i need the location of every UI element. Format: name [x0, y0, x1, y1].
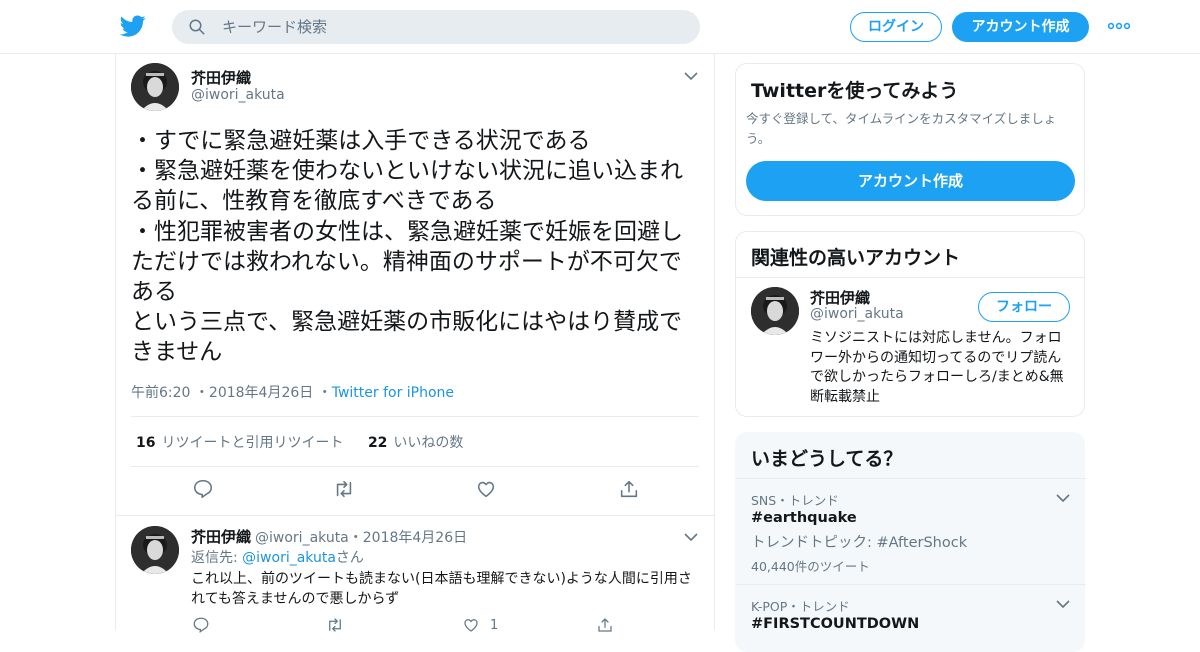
tweet-text-line: きません	[131, 339, 223, 366]
chevron-down-icon[interactable]	[1056, 599, 1070, 609]
share-icon[interactable]	[618, 478, 640, 500]
related-accounts-card: 関連性の高いアカウント 芥田伊織 @iwori_akuta フォロー ミソジニス…	[735, 231, 1085, 417]
reply-text: これ以上、前のツイートも読まない(日本語も理解できない)ような人間に引用されても…	[191, 571, 692, 607]
reply-suffix: さん	[335, 550, 364, 566]
retweets-stat[interactable]: 16 リツイートと引用リツイート	[136, 435, 343, 451]
tweet-column: 芥田伊織 @iwori_akuta ・すでに緊急避妊薬は入手できる状況である ・…	[115, 54, 716, 634]
reply-prefix: 返信先:	[191, 550, 243, 566]
tweet-text-line: ただけでは救われない。精神面のサポートが不可欠で	[131, 248, 682, 275]
reply-like-count: 1	[490, 618, 499, 633]
share-icon[interactable]	[596, 616, 614, 634]
chevron-down-icon[interactable]	[1056, 493, 1070, 503]
author-name[interactable]: 芥田伊織	[191, 67, 251, 88]
avatar-image	[131, 526, 179, 574]
meta-separator: ・	[317, 385, 332, 401]
card-title: 関連性の高いアカウント	[751, 247, 961, 269]
tweet-text-line: ・緊急避妊薬を使わないといけない状況に追い込まれ	[131, 158, 683, 185]
trend-count: 40,440件のツイート	[751, 559, 870, 574]
login-button[interactable]: ログイン	[850, 12, 942, 42]
reply-author-handle[interactable]: @iwori_akuta	[255, 530, 349, 546]
card-description: 今すぐ登録して、タイムラインをカスタマイズしましょう。	[746, 111, 1057, 146]
meta-separator: ・	[348, 530, 363, 546]
follow-button[interactable]: フォロー	[978, 292, 1070, 322]
avatar[interactable]	[131, 63, 179, 111]
trend-meta: SNS・トレンド	[751, 493, 839, 508]
retweets-count: 16	[136, 435, 156, 451]
avatar[interactable]	[131, 526, 179, 574]
tweet-time[interactable]: 午前6:20	[131, 385, 190, 401]
tweet-text-line: ・すでに緊急避妊薬は入手できる状況である	[131, 128, 591, 154]
chevron-down-icon[interactable]	[684, 532, 698, 542]
retweet-icon[interactable]	[326, 616, 344, 634]
divider	[736, 277, 1084, 278]
divider	[131, 416, 699, 417]
reply-icon[interactable]	[192, 616, 210, 634]
card-title: いまどうしてる？	[751, 448, 903, 470]
account-name[interactable]: 芥田伊織	[810, 287, 870, 308]
account-handle[interactable]: @iwori_akuta	[810, 306, 904, 322]
reply-date[interactable]: 2018年4月26日	[363, 530, 467, 546]
try-twitter-card: Twitterを使ってみよう 今すぐ登録して、タイムラインをカスタマイズしましょ…	[735, 63, 1085, 216]
author-handle[interactable]: @iwori_akuta	[191, 87, 285, 103]
retweets-label: リツイートと引用リツイート	[161, 435, 344, 451]
trend-topic[interactable]: トレンドトピック: #AfterShock	[751, 531, 967, 552]
retweet-icon[interactable]	[333, 478, 355, 500]
avatar-image	[751, 287, 799, 335]
more-icon[interactable]	[1107, 19, 1131, 33]
search-box[interactable]	[172, 10, 700, 44]
signup-button[interactable]: アカウント作成	[746, 161, 1075, 201]
trend-item[interactable]: SNS・トレンド #earthquake トレンドトピック: #AfterSho…	[736, 478, 1086, 584]
likes-count: 22	[367, 435, 388, 451]
top-bar: ログイン アカウント作成	[0, 0, 1200, 54]
meta-separator: ・	[194, 385, 209, 401]
account-bio: ミソジニストには対応しません。フォロワー外からの通知切ってるのでリプ読んで欲しか…	[810, 330, 1064, 405]
search-icon	[189, 19, 205, 35]
tweet-text-line: という三点で、緊急避妊薬の市販化にはやはり賛成で	[131, 309, 683, 336]
trend-hashtag[interactable]: #earthquake	[751, 510, 857, 526]
tweet-date[interactable]: 2018年4月26日	[209, 385, 313, 401]
tweet-text-line: ある	[131, 279, 177, 306]
divider	[116, 515, 714, 516]
reply-icon[interactable]	[192, 478, 214, 500]
tweet-meta: 午前6:20 ・2018年4月26日 ・Twitter for iPhone	[131, 382, 454, 402]
reply-to-link[interactable]: @iwori_akuta	[242, 550, 336, 566]
reply-header: 芥田伊織 @iwori_akuta・2018年4月26日	[191, 526, 467, 547]
likes-stat[interactable]: 22 いいねの数	[368, 435, 463, 451]
card-title: Twitterを使ってみよう	[751, 80, 959, 102]
search-input[interactable]	[222, 10, 682, 44]
avatar[interactable]	[751, 287, 799, 335]
reply-actions	[116, 616, 716, 636]
trend-meta: K-POP・トレンド	[751, 599, 850, 614]
tweet-source[interactable]: Twitter for iPhone	[332, 385, 454, 401]
twitter-bird-icon[interactable]	[120, 13, 146, 39]
reply-author-name[interactable]: 芥田伊織	[191, 528, 251, 546]
reply-to-line: 返信先: @iwori_akutaさん	[191, 547, 364, 567]
trends-card: いまどうしてる？ SNS・トレンド #earthquake トレンドトピック: …	[735, 432, 1086, 652]
like-icon[interactable]	[475, 478, 497, 500]
like-icon[interactable]	[462, 616, 480, 634]
tweet-stats: 16 リツイートと引用リツイート 22 いいねの数	[136, 432, 463, 452]
tweet-text-line: ・性犯罪被害者の女性は、緊急避妊薬で妊娠を回避し	[131, 218, 683, 245]
trend-item[interactable]: K-POP・トレンド #FIRSTCOUNTDOWN	[736, 584, 1086, 644]
likes-label: いいねの数	[393, 435, 464, 451]
divider	[131, 466, 699, 467]
tweet-text-line: る前に、性教育を徹底すべきである	[131, 188, 497, 215]
chevron-down-icon[interactable]	[684, 71, 698, 81]
tweet-actions	[116, 478, 716, 504]
avatar-image	[131, 63, 179, 111]
tweet-text: ・すでに緊急避妊薬は入手できる状況である ・緊急避妊薬を使わないといけない状況に…	[131, 126, 703, 368]
signup-button[interactable]: アカウント作成	[952, 12, 1089, 42]
